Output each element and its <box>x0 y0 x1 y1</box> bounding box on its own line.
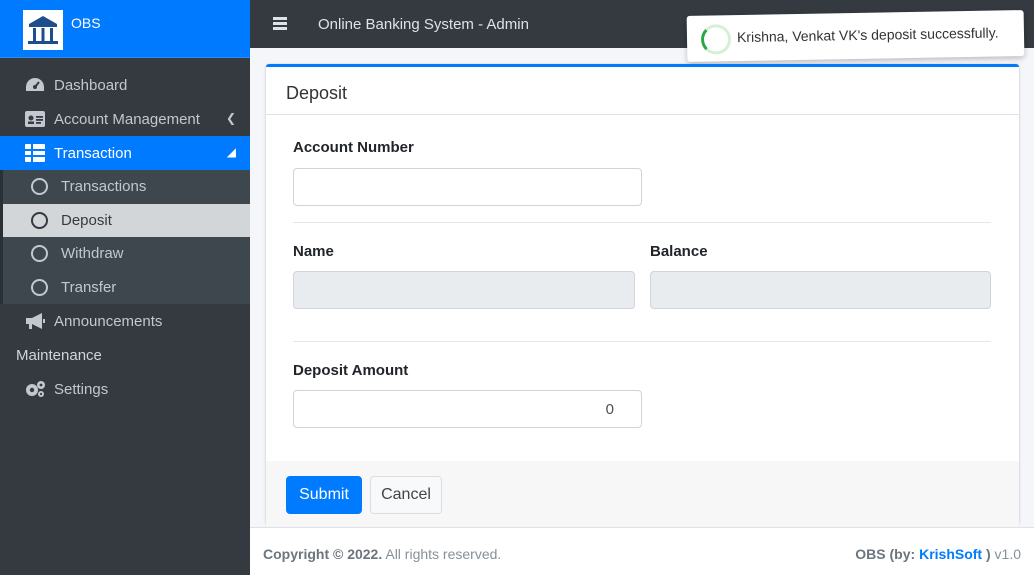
sidebar-item-label: Account Management <box>54 110 200 128</box>
version-label: v1.0 <box>990 546 1021 562</box>
sidebar-subitem-withdraw[interactable]: Withdraw <box>3 237 250 271</box>
table-icon <box>24 143 46 163</box>
deposit-amount-input[interactable]: 0 <box>293 390 642 428</box>
deposit-card: Deposit Account Number Name Balance Depo… <box>266 64 1019 527</box>
hamburger-icon[interactable] <box>273 17 287 30</box>
sidebar-item-transaction[interactable]: Transaction ◢ <box>0 136 250 170</box>
app-credit-prefix: OBS (by: <box>855 546 920 562</box>
sidebar-item-dashboard[interactable]: Dashboard <box>0 68 250 102</box>
author-link[interactable]: KrishSoft <box>919 546 982 562</box>
id-card-icon <box>24 109 46 129</box>
name-label: Name <box>293 243 334 260</box>
toast-message: Krishna, Venkat VK's deposit successfull… <box>736 24 999 46</box>
sidebar-item-label: Announcements <box>54 312 163 330</box>
sidebar-subitem-label: Transfer <box>61 278 117 296</box>
brand-text: OBS <box>71 15 101 31</box>
sidebar-subitem-transactions[interactable]: Transactions <box>3 170 250 204</box>
divider <box>293 222 991 223</box>
deposit-amount-label: Deposit Amount <box>293 362 409 379</box>
account-number-label: Account Number <box>293 139 414 156</box>
transaction-submenu: Transactions Deposit Withdraw Transfer <box>0 170 250 304</box>
sidebar-item-settings[interactable]: Settings <box>0 372 250 406</box>
version-text: OBS (by: KrishSoft ) v1.0 <box>855 546 1021 562</box>
name-field <box>293 271 635 309</box>
sidebar-subitem-deposit[interactable]: Deposit <box>3 203 250 237</box>
brand-link[interactable]: OBS <box>0 0 250 58</box>
sidebar-subitem-label: Withdraw <box>61 245 124 263</box>
app-credit-suffix: ) <box>982 546 991 562</box>
sidebar-subitem-label: Deposit <box>61 211 112 229</box>
nav-header-maintenance: Maintenance <box>16 346 102 364</box>
circle-icon <box>31 278 48 296</box>
sidebar-item-announcements[interactable]: Announcements <box>0 304 250 338</box>
bank-icon <box>23 10 63 50</box>
sidebar: OBS Dashboard Account Management ❮ Trans… <box>0 0 250 575</box>
circle-icon <box>31 211 48 229</box>
divider <box>293 341 991 342</box>
bullhorn-icon <box>24 311 46 331</box>
loading-spinner-icon <box>700 24 732 55</box>
sidebar-item-label: Transaction <box>54 144 132 162</box>
circle-icon <box>31 178 48 196</box>
tachometer-icon <box>24 75 46 95</box>
cancel-button[interactable]: Cancel <box>370 476 442 514</box>
submit-button[interactable]: Submit <box>286 476 362 514</box>
app-title: Online Banking System - Admin <box>318 16 529 33</box>
card-footer: Submit Cancel <box>266 461 1019 527</box>
account-number-input[interactable] <box>293 168 642 206</box>
copyright-text: Copyright © 2022. All rights reserved. <box>263 546 501 562</box>
sidebar-item-label: Dashboard <box>54 76 128 94</box>
sidebar-item-label: Settings <box>54 380 109 398</box>
sidebar-subitem-transfer[interactable]: Transfer <box>3 271 250 305</box>
page-footer: Copyright © 2022. All rights reserved. O… <box>250 527 1034 575</box>
sidebar-nav: Dashboard Account Management ❮ Transacti… <box>0 68 250 406</box>
chevron-down-icon: ◢ <box>226 145 236 159</box>
copyright-bold: Copyright © 2022. <box>263 546 383 562</box>
cogs-icon <box>24 379 46 399</box>
balance-field <box>650 271 991 309</box>
chevron-left-icon: ❮ <box>225 111 236 125</box>
card-title: Deposit <box>286 83 348 103</box>
circle-icon <box>31 245 48 263</box>
sidebar-subitem-label: Transactions <box>61 178 147 196</box>
sidebar-item-account-management[interactable]: Account Management ❮ <box>0 102 250 136</box>
card-header-divider <box>266 114 1019 115</box>
balance-label: Balance <box>650 243 708 260</box>
success-toast[interactable]: Krishna, Venkat VK's deposit successfull… <box>686 10 1025 62</box>
copyright-rest: All rights reserved. <box>382 546 502 562</box>
